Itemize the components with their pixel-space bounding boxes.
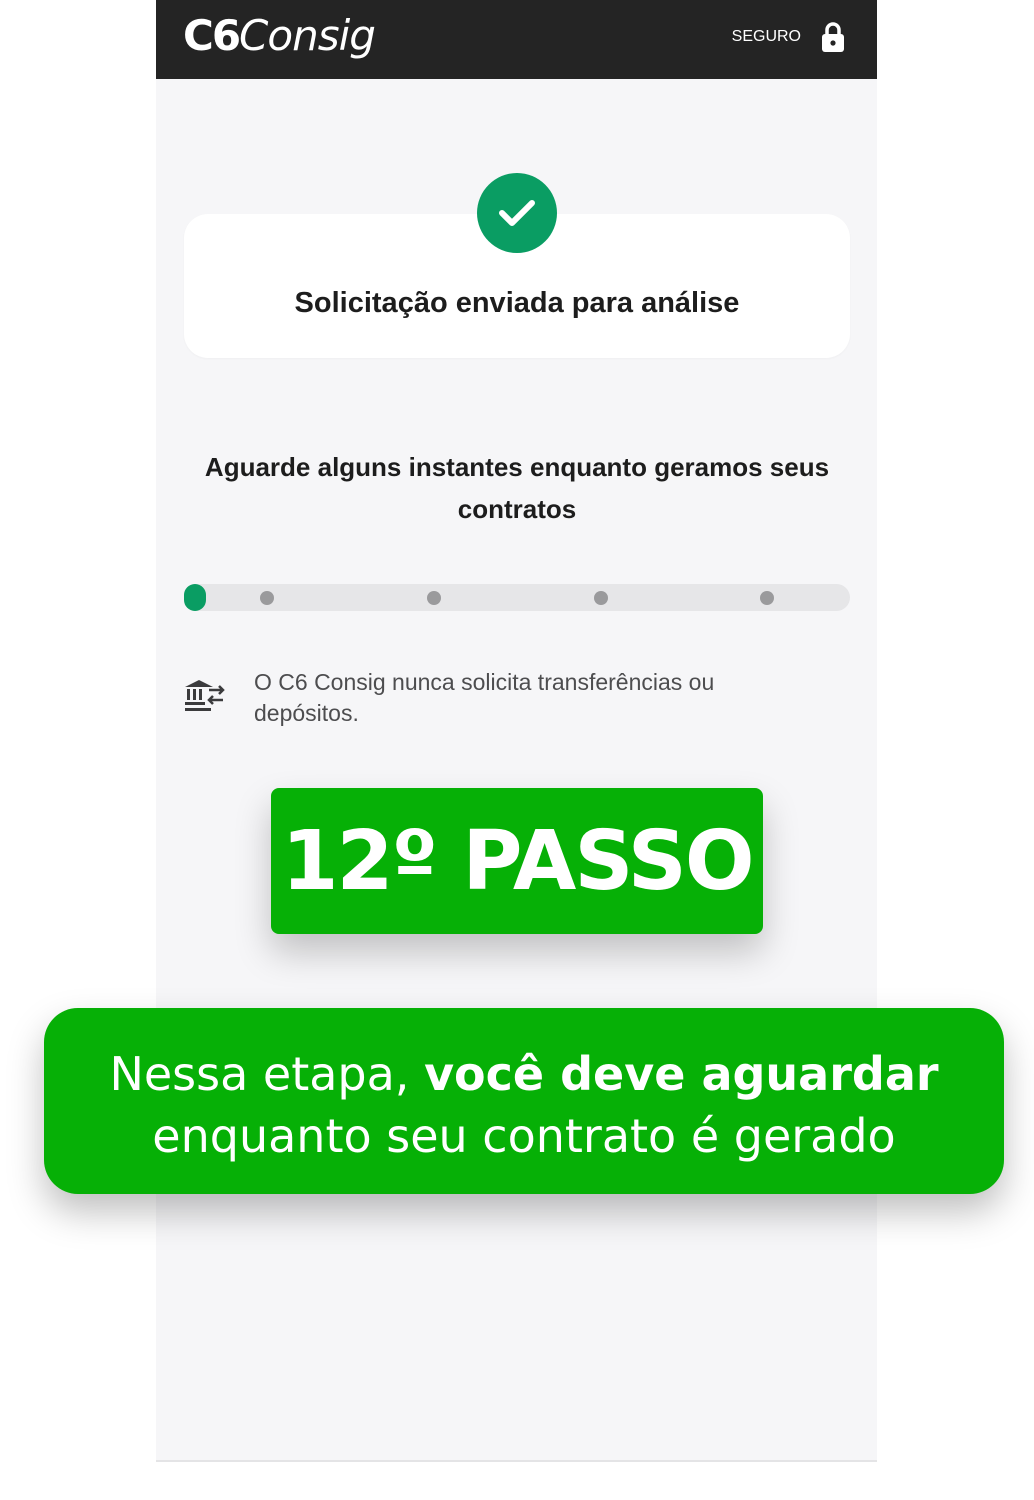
bank-transfer-icon: [185, 680, 225, 711]
security-notice: O C6 Consig nunca solicita transferência…: [254, 669, 715, 726]
step-badge-label: 12º PASSO: [281, 813, 754, 909]
instruction-banner: Nessa etapa, você deve aguardar enquanto…: [44, 1008, 1004, 1194]
c6-consig-logo: C6Consig: [183, 11, 376, 60]
check-icon: [477, 173, 557, 253]
app-screen: C6Consig SEGURO Solicitação enviada para…: [156, 0, 877, 1462]
waiting-message: Aguarde alguns instantes enquanto geramo…: [204, 452, 830, 524]
secure-label: SEGURO: [731, 28, 801, 45]
lock-icon: [822, 22, 844, 52]
progress-fill: [184, 584, 206, 611]
status-title: Solicitação enviada para análise: [294, 287, 740, 319]
progress-dot: [760, 591, 774, 605]
progress-track: [184, 584, 850, 611]
top-bar: C6Consig SEGURO: [156, 0, 877, 79]
instruction-line-1: Nessa etapa, você deve aguardar: [109, 1047, 939, 1101]
step-badge: 12º PASSO: [271, 788, 763, 934]
progress-dot: [260, 591, 274, 605]
progress-dot: [594, 591, 608, 605]
progress-dot: [427, 591, 441, 605]
instruction-line-2: enquanto seu contrato é gerado: [152, 1109, 896, 1163]
